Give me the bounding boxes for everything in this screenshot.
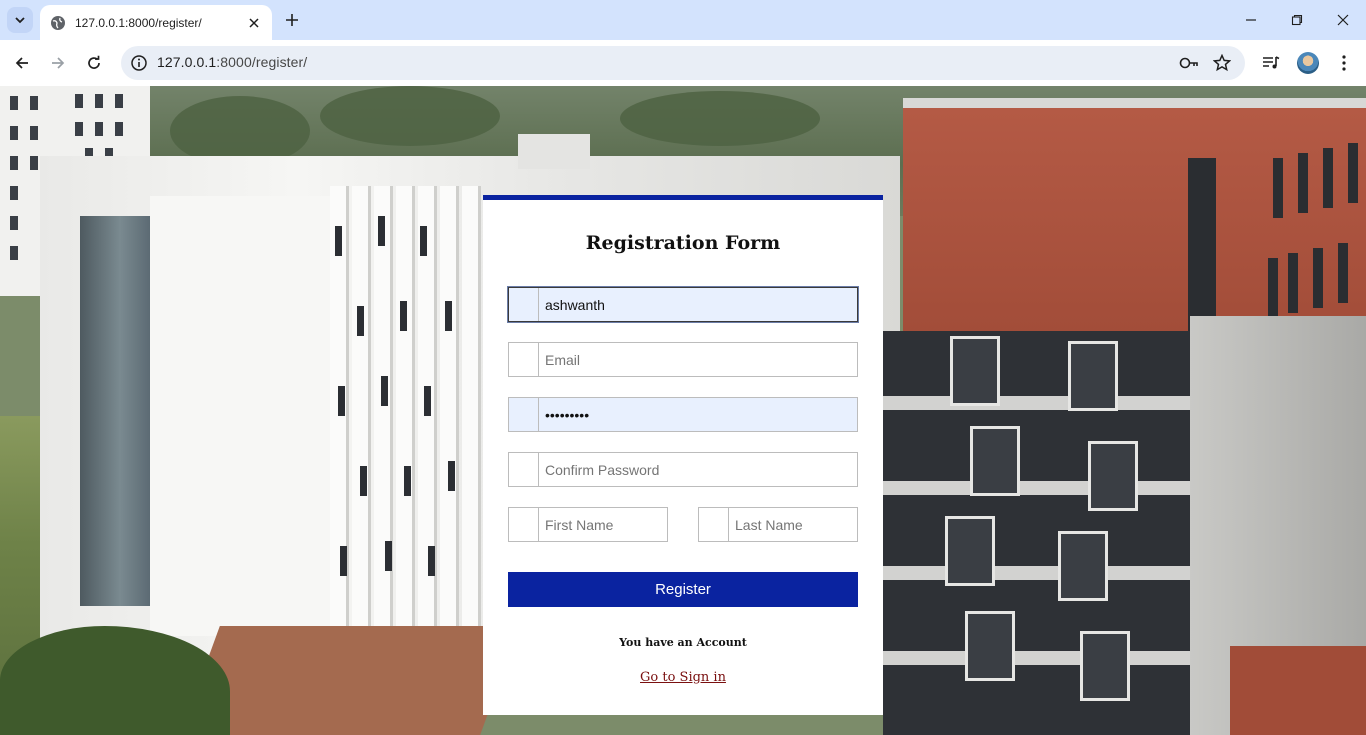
key-icon[interactable]	[1179, 53, 1199, 73]
building-fin	[396, 186, 412, 626]
info-icon[interactable]	[130, 54, 148, 72]
background-dark-floors	[883, 331, 1213, 735]
background-brick-wall	[1230, 646, 1366, 735]
username-field-wrapper	[507, 286, 859, 323]
building-balcony	[965, 611, 1015, 681]
kebab-menu-icon[interactable]	[1332, 51, 1356, 75]
email-input[interactable]	[540, 343, 855, 376]
close-icon[interactable]	[246, 15, 262, 31]
sign-in-link[interactable]: Go to Sign in	[483, 670, 883, 685]
building-window	[420, 226, 427, 256]
email-icon	[509, 343, 539, 376]
address-bar[interactable]: 127.0.0.1:8000/register/	[121, 46, 1245, 80]
media-icon[interactable]	[1259, 51, 1283, 75]
floor-band	[883, 566, 1213, 580]
building-window	[385, 541, 392, 571]
floor-band	[883, 481, 1213, 495]
building-window	[378, 216, 385, 246]
building-balcony	[945, 516, 995, 586]
reload-icon[interactable]	[82, 51, 106, 75]
registration-card: Registration Form Register You have an A…	[483, 195, 883, 715]
floor-band	[883, 396, 1213, 410]
password-field-wrapper	[508, 397, 858, 432]
building-window	[428, 546, 435, 576]
background-roof-structure	[518, 134, 590, 169]
tab-search-icon[interactable]	[7, 7, 33, 33]
last-name-input[interactable]	[730, 508, 855, 541]
tab-strip: 127.0.0.1:8000/register/	[0, 0, 1366, 40]
url-text[interactable]: 127.0.0.1:8000/register/	[157, 54, 307, 70]
last-name-field-wrapper	[698, 507, 858, 542]
building-window	[404, 466, 411, 496]
profile-avatar[interactable]	[1297, 52, 1319, 74]
last-name-icon	[699, 508, 729, 541]
window-close-icon[interactable]	[1333, 10, 1353, 30]
background-glass-facade	[80, 216, 160, 606]
password-icon	[509, 398, 539, 431]
building-window	[424, 386, 431, 416]
browser-tab[interactable]: 127.0.0.1:8000/register/	[40, 5, 272, 40]
building-balcony	[1088, 441, 1138, 511]
password-input[interactable]	[540, 398, 855, 431]
building-window	[360, 466, 367, 496]
first-name-field-wrapper	[508, 507, 668, 542]
confirm-password-icon	[509, 453, 539, 486]
building-balcony	[1080, 631, 1130, 701]
building-balcony	[1068, 341, 1118, 411]
restore-icon[interactable]	[1287, 10, 1307, 30]
email-field-wrapper	[508, 342, 858, 377]
building-window	[338, 386, 345, 416]
url-path: :8000/register/	[216, 54, 308, 70]
have-account-text: You have an Account	[619, 636, 747, 649]
building-window	[340, 546, 347, 576]
building-balcony	[1058, 531, 1108, 601]
star-icon[interactable]	[1212, 53, 1232, 73]
background-brick-building	[903, 108, 1366, 348]
building-balcony	[950, 336, 1000, 406]
tree-decoration	[620, 91, 820, 146]
confirm-password-field-wrapper	[508, 452, 858, 487]
building-window	[448, 461, 455, 491]
form-title: Registration Form	[585, 232, 781, 254]
building-window	[445, 301, 452, 331]
username-input[interactable]	[540, 288, 855, 321]
register-button[interactable]: Register	[508, 572, 858, 607]
building-window	[335, 226, 342, 256]
first-name-icon	[509, 508, 539, 541]
url-host: 127.0.0.1	[157, 54, 217, 70]
confirm-password-input[interactable]	[540, 453, 855, 486]
building-window	[381, 376, 388, 406]
building-window	[357, 306, 364, 336]
first-name-input[interactable]	[540, 508, 665, 541]
tab-title: 127.0.0.1:8000/register/	[75, 15, 202, 30]
building-balcony	[970, 426, 1020, 496]
building-fin	[440, 186, 456, 626]
floor-band	[883, 651, 1213, 665]
forward-arrow-icon[interactable]	[46, 51, 70, 75]
plus-icon[interactable]	[282, 10, 302, 30]
minimize-icon[interactable]	[1241, 10, 1261, 30]
tree-decoration	[320, 86, 500, 146]
back-arrow-icon[interactable]	[10, 51, 34, 75]
building-fin	[352, 186, 368, 626]
globe-icon	[51, 15, 65, 30]
building-fin	[462, 186, 478, 626]
building-window	[400, 301, 407, 331]
username-icon	[509, 288, 539, 321]
background-building-face	[150, 196, 330, 636]
background-path	[180, 626, 520, 735]
